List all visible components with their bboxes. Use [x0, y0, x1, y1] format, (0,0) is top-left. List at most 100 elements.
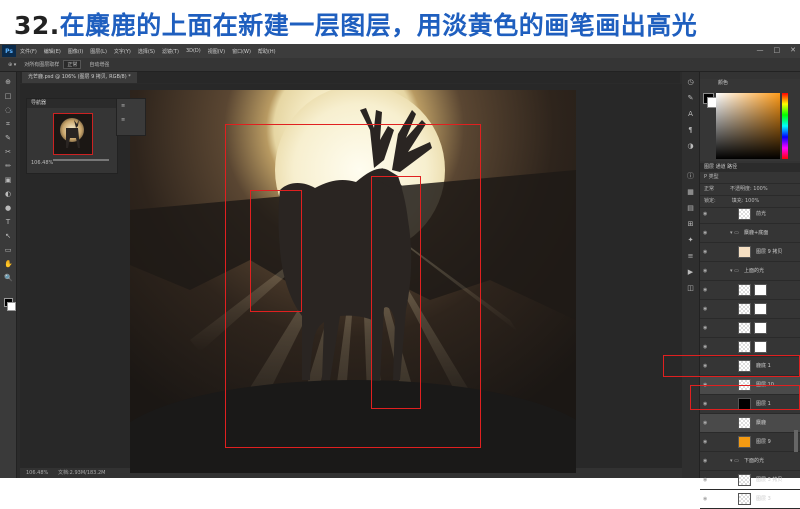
status-zoom[interactable]: 106.48%: [26, 468, 48, 478]
paths-icon[interactable]: ✦: [686, 236, 695, 245]
paragraph-icon[interactable]: ¶: [686, 126, 695, 135]
layers-tabs[interactable]: 图层 通道 路径: [700, 163, 800, 172]
background-color-swatch[interactable]: [7, 302, 16, 311]
navigator-thumbnail[interactable]: [53, 113, 93, 155]
visibility-eye-icon[interactable]: ◉: [703, 249, 707, 255]
layer-filter[interactable]: P 类型: [700, 172, 800, 184]
layer-group-row[interactable]: ◉ ▾ ▭ 麋鹿+底面: [700, 224, 800, 243]
layer-thumbnail[interactable]: [738, 417, 751, 429]
menu-window[interactable]: 窗口(W): [232, 48, 251, 55]
visibility-eye-icon[interactable]: ◉: [703, 306, 707, 312]
layer-row[interactable]: ◉ 图层 3 拷贝: [700, 471, 800, 490]
menu-select[interactable]: 选择(S): [138, 48, 155, 55]
histogram-icon[interactable]: ≡: [117, 99, 145, 113]
layer-row[interactable]: ◉: [700, 300, 800, 319]
layer-thumbnail[interactable]: [738, 322, 751, 334]
menu-layer[interactable]: 图层(L): [90, 48, 107, 55]
layer-mask-thumbnail[interactable]: [754, 341, 767, 353]
layer-group-row[interactable]: ◉ ▾ ▭ 下面的光: [700, 452, 800, 471]
layer-thumbnail[interactable]: [738, 246, 751, 258]
history-icon[interactable]: ◷: [686, 78, 695, 87]
adjustments-icon[interactable]: ◑: [686, 142, 695, 151]
layer-row[interactable]: ◉ 图层 3: [700, 490, 800, 509]
layer-row[interactable]: ◉ 麋鹿: [700, 414, 800, 433]
layer-mask-thumbnail[interactable]: [754, 284, 767, 296]
folder-icon[interactable]: ▾ ▭: [730, 458, 739, 464]
visibility-eye-icon[interactable]: ◉: [703, 211, 707, 217]
menu-image[interactable]: 图像(I): [68, 48, 83, 55]
folder-icon[interactable]: ▾ ▭: [730, 230, 739, 236]
healing-tool-icon[interactable]: ✂: [4, 148, 12, 156]
layer-thumbnail[interactable]: [738, 284, 751, 296]
visibility-eye-icon[interactable]: ◉: [703, 344, 707, 350]
menu-view[interactable]: 视图(V): [208, 48, 225, 55]
path-select-tool-icon[interactable]: ↖: [4, 232, 12, 240]
layers-scrollbar[interactable]: [794, 430, 798, 452]
zoom-tool-icon[interactable]: 🔍: [4, 274, 13, 282]
layer-row[interactable]: ◉: [700, 281, 800, 300]
folder-icon[interactable]: ▾ ▭: [730, 268, 739, 274]
shape-tool-icon[interactable]: ▭: [4, 246, 12, 254]
layer-thumbnail[interactable]: [738, 474, 751, 486]
minimize-icon[interactable]: —: [757, 46, 764, 54]
document-tab[interactable]: 光芒鹿.psd @ 106% (图层 9 拷贝, RGB/8) *: [22, 72, 137, 83]
hand-tool-icon[interactable]: ✋: [4, 260, 13, 268]
eyedropper-tool-icon[interactable]: ✎: [4, 134, 12, 142]
layer-thumbnail[interactable]: [738, 303, 751, 315]
blend-mode-select[interactable]: 正常: [704, 184, 714, 195]
maximize-icon[interactable]: □: [774, 46, 781, 54]
brush-panel-icon[interactable]: ✎: [686, 94, 695, 103]
move-tool-icon[interactable]: ⊕: [4, 78, 12, 86]
sample-mode-select[interactable]: 正常: [63, 60, 82, 69]
channels-icon[interactable]: ≡: [686, 252, 695, 261]
layer-thumbnail[interactable]: [738, 341, 751, 353]
pen-tool-icon[interactable]: ●: [4, 204, 12, 212]
menu-file[interactable]: 文件(F): [20, 48, 37, 55]
visibility-eye-icon[interactable]: ◉: [703, 268, 707, 274]
layer-mask-thumbnail[interactable]: [754, 303, 767, 315]
visibility-eye-icon[interactable]: ◉: [703, 325, 707, 331]
stamp-tool-icon[interactable]: ▣: [4, 176, 12, 184]
visibility-eye-icon[interactable]: ◉: [703, 458, 707, 464]
color-picker-field[interactable]: [716, 93, 780, 159]
dodge-tool-icon[interactable]: ◐: [4, 190, 12, 198]
marquee-tool-icon[interactable]: □: [4, 92, 12, 100]
properties-icon[interactable]: ≡: [117, 113, 145, 127]
quick-select-tool-icon[interactable]: ⊕ ▾: [8, 62, 16, 68]
menu-help[interactable]: 帮助(H): [258, 48, 276, 55]
layer-comps-icon[interactable]: ◫: [686, 284, 695, 293]
menu-filter[interactable]: 滤镜(T): [162, 48, 179, 55]
layer-mask-thumbnail[interactable]: [754, 322, 767, 334]
layer-row[interactable]: ◉: [700, 319, 800, 338]
close-icon[interactable]: ✕: [790, 46, 796, 54]
layer-row[interactable]: ◉ 图层 9: [700, 433, 800, 452]
visibility-eye-icon[interactable]: ◉: [703, 420, 707, 426]
menu-3d[interactable]: 3D(D): [186, 48, 201, 54]
menu-edit[interactable]: 编辑(E): [44, 48, 61, 55]
hue-slider[interactable]: [782, 93, 788, 159]
character-icon[interactable]: A: [686, 110, 695, 119]
visibility-eye-icon[interactable]: ◉: [703, 496, 707, 502]
navigator-zoom-slider[interactable]: [53, 159, 109, 161]
visibility-eye-icon[interactable]: ◉: [703, 439, 707, 445]
layer-group-row[interactable]: ◉ ▾ ▭ 上面的光: [700, 262, 800, 281]
info-icon[interactable]: ⓘ: [686, 172, 695, 181]
actions-icon[interactable]: ▶: [686, 268, 695, 277]
swatches-icon[interactable]: ▤: [686, 204, 695, 213]
type-tool-icon[interactable]: T: [4, 218, 12, 226]
visibility-eye-icon[interactable]: ◉: [703, 230, 707, 236]
styles-icon[interactable]: ▦: [686, 188, 695, 197]
opacity-field[interactable]: 不透明度: 100%: [730, 184, 768, 195]
brush-tool-icon[interactable]: ✏: [4, 162, 12, 170]
libraries-icon[interactable]: ⊞: [686, 220, 695, 229]
auto-enhance-checkbox[interactable]: 自动增强: [89, 61, 109, 68]
crop-tool-icon[interactable]: ⌗: [4, 120, 12, 128]
sample-all-layers-checkbox[interactable]: 对所有图层取样: [24, 61, 59, 68]
navigator-zoom-value[interactable]: 106.48%: [31, 160, 53, 166]
visibility-eye-icon[interactable]: ◉: [703, 287, 707, 293]
menu-type[interactable]: 文字(Y): [114, 48, 131, 55]
layer-thumbnail[interactable]: [738, 493, 751, 505]
layer-thumbnail[interactable]: [738, 436, 751, 448]
lasso-tool-icon[interactable]: ◌: [4, 106, 12, 114]
layer-thumbnail[interactable]: [738, 208, 751, 220]
